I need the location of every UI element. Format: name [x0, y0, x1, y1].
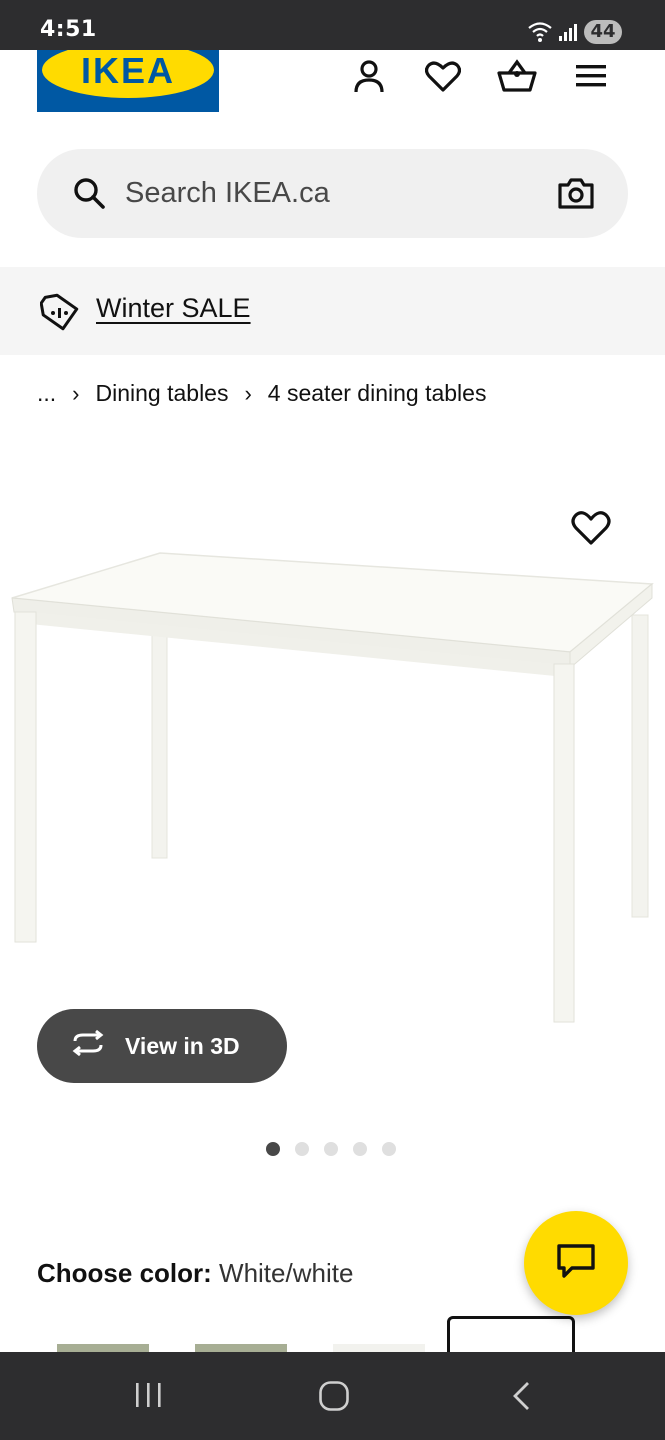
winter-sale-link[interactable]: Winter SALE [96, 293, 251, 324]
search-input[interactable] [125, 169, 525, 217]
carousel-dot[interactable] [324, 1142, 338, 1156]
color-swatch[interactable] [195, 1344, 287, 1352]
breadcrumb: ... › Dining tables › 4 seater dining ta… [37, 380, 486, 407]
wishlist-heart-icon[interactable] [423, 56, 463, 96]
home-icon[interactable] [318, 1380, 350, 1417]
recent-apps-icon[interactable] [133, 1380, 165, 1415]
color-value: White/white [219, 1258, 354, 1288]
breadcrumb-4-seater[interactable]: 4 seater dining tables [268, 380, 487, 407]
color-swatch[interactable] [333, 1344, 425, 1352]
selected-color-swatch[interactable] [447, 1316, 575, 1352]
breadcrumb-dining-tables[interactable]: Dining tables [96, 380, 229, 407]
back-icon[interactable] [509, 1380, 533, 1417]
breadcrumb-ellipsis[interactable]: ... [37, 380, 56, 407]
chevron-right-icon: › [244, 380, 252, 406]
account-icon[interactable] [349, 56, 389, 96]
menu-hamburger-icon[interactable] [571, 56, 611, 96]
camera-search-icon[interactable] [557, 176, 595, 215]
image-carousel-dots [266, 1142, 396, 1156]
color-selection: Choose color: White/white [37, 1258, 353, 1289]
carousel-dot[interactable] [295, 1142, 309, 1156]
price-tag-icon [39, 292, 80, 337]
battery-indicator: 44 [584, 20, 622, 44]
carousel-dot[interactable] [266, 1142, 280, 1156]
status-bar: 4:51 44 [0, 0, 665, 50]
status-time: 4:51 [40, 17, 97, 42]
product-image[interactable] [0, 440, 665, 1100]
save-to-wishlist-heart-icon[interactable] [571, 510, 611, 551]
logo-text: IKEA [81, 50, 175, 91]
rotate-3d-icon [69, 1029, 107, 1063]
view-in-3d-button[interactable]: View in 3D [37, 1009, 287, 1083]
chevron-right-icon: › [72, 380, 80, 406]
chat-bubble-icon [556, 1243, 596, 1284]
ikea-logo[interactable]: IKEA [37, 50, 219, 112]
view-in-3d-label: View in 3D [125, 1032, 240, 1059]
search-bar[interactable] [37, 149, 628, 238]
wifi-icon [527, 22, 553, 47]
shopping-basket-icon[interactable] [497, 56, 537, 96]
system-navigation-bar [0, 1352, 665, 1440]
chat-button[interactable] [524, 1211, 628, 1315]
carousel-dot[interactable] [353, 1142, 367, 1156]
carousel-dot[interactable] [382, 1142, 396, 1156]
color-label: Choose color: [37, 1258, 212, 1288]
promo-banner: Winter SALE [0, 267, 665, 355]
color-swatch[interactable] [57, 1344, 149, 1352]
color-swatches [37, 1316, 637, 1352]
signal-icon [558, 22, 578, 47]
search-icon [73, 177, 105, 214]
